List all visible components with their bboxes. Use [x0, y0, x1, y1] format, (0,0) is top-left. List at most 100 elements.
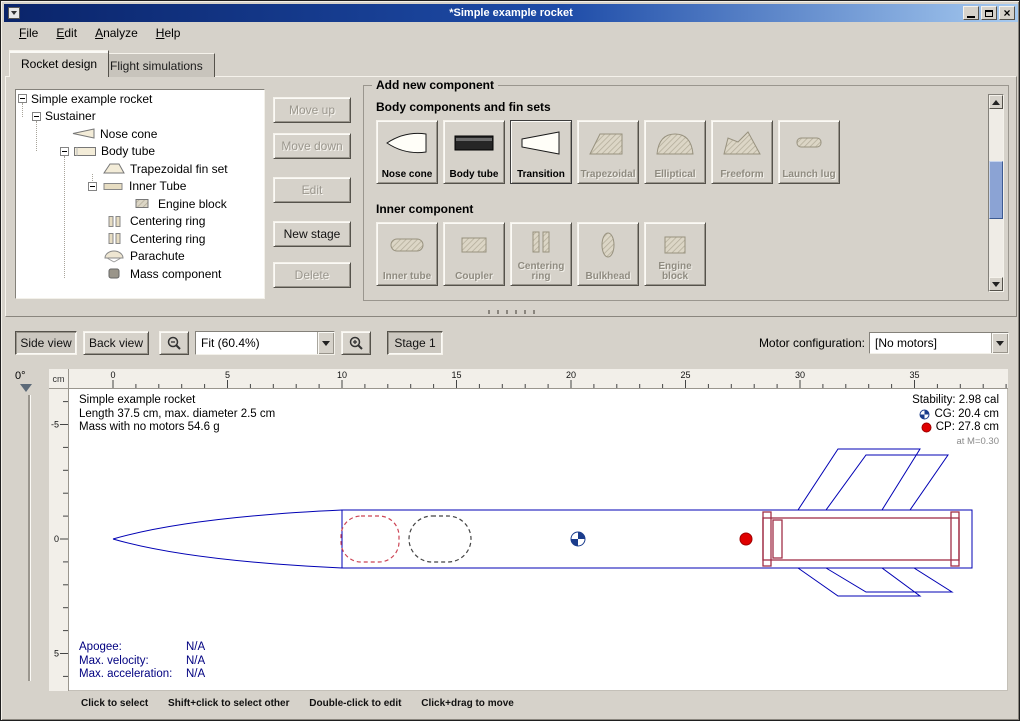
stability-info: Stability: 2.98 cal CG: 20.4 cm CP: 27.8…: [912, 394, 999, 448]
add-body-tube-button[interactable]: Body tube: [443, 120, 505, 184]
zoom-combobox[interactable]: Fit (60.4%): [195, 331, 335, 355]
rocket-view-canvas[interactable]: Simple example rocket Length 37.5 cm, ma…: [69, 389, 1008, 691]
trapezoidal-fin-icon: [102, 162, 126, 175]
add-elliptical-fin-button[interactable]: Elliptical: [644, 120, 706, 184]
collapse-toggle-icon[interactable]: [60, 147, 69, 156]
trapezoidal-fin-icon: [584, 126, 632, 160]
scrollbar-thumb[interactable]: [989, 161, 1003, 219]
stability-value: Stability: 2.98 cal: [912, 394, 999, 408]
cg-symbol-icon: [919, 409, 930, 420]
motor-combo-arrow[interactable]: [991, 333, 1008, 353]
add-coupler-button[interactable]: Coupler: [443, 222, 505, 286]
tab-rocket-design[interactable]: Rocket design: [9, 50, 109, 77]
tree-item-mass-component[interactable]: Mass component: [16, 265, 264, 283]
statusbar: Click to select Shift+click to select ot…: [81, 698, 531, 709]
apogee-label: Apogee:: [79, 641, 186, 655]
add-trapezoidal-fin-button[interactable]: Trapezoidal: [577, 120, 639, 184]
mach-condition: at M=0.30: [912, 435, 999, 449]
svg-text:0: 0: [110, 370, 115, 380]
side-view-button[interactable]: Side view: [15, 331, 77, 355]
rocket-info: Simple example rocket Length 37.5 cm, ma…: [79, 394, 275, 435]
component-panel-scrollbar[interactable]: [988, 94, 1004, 292]
stage-1-toggle[interactable]: Stage 1: [387, 331, 443, 355]
tree-item-inner-tube[interactable]: Inner Tube: [16, 178, 264, 196]
zoom-in-button[interactable]: [341, 331, 371, 355]
motor-configuration-label: Motor configuration:: [739, 336, 865, 350]
motor-mount-outline: [763, 512, 959, 566]
rotation-slider-track[interactable]: [28, 395, 30, 681]
tree-label: Centering ring: [130, 214, 205, 228]
inner-tube-icon: [101, 180, 125, 193]
body-section-label: Body components and fin sets: [376, 100, 551, 114]
tree-item-sustainer[interactable]: Sustainer: [16, 108, 264, 126]
svg-text:10: 10: [337, 370, 347, 380]
collapse-toggle-icon[interactable]: [32, 112, 41, 121]
zoom-combo-arrow[interactable]: [317, 332, 334, 354]
menu-edit[interactable]: Edit: [47, 23, 86, 43]
scroll-up-button[interactable]: [989, 95, 1003, 109]
add-launch-lug-button[interactable]: Launch lug: [778, 120, 840, 184]
menu-analyze[interactable]: Analyze: [86, 23, 147, 43]
mass-component-icon: [102, 267, 126, 280]
nose-cone-icon: [383, 126, 431, 160]
add-engine-block-button[interactable]: Engine block: [644, 222, 706, 286]
cp-symbol-icon: [921, 422, 932, 433]
cg-value: CG: 20.4 cm: [934, 408, 999, 422]
add-transition-button[interactable]: Transition: [510, 120, 572, 184]
tab-rocket-design-label: Rocket design: [21, 57, 97, 71]
rocket-name: Simple example rocket: [79, 394, 275, 408]
collapse-toggle-icon[interactable]: [18, 94, 27, 103]
scroll-down-button[interactable]: [989, 277, 1003, 291]
move-up-button[interactable]: Move up: [273, 97, 351, 123]
titlebar[interactable]: *Simple example rocket ×: [4, 4, 1018, 22]
move-down-button[interactable]: Move down: [273, 133, 351, 159]
edit-button[interactable]: Edit: [273, 177, 351, 203]
motor-configuration-combobox[interactable]: [No motors]: [869, 332, 1009, 354]
horizontal-ruler: 05101520253035: [69, 369, 1008, 389]
close-button[interactable]: ×: [999, 6, 1015, 20]
tree-label: Inner Tube: [129, 179, 186, 193]
svg-text:0: 0: [54, 534, 59, 544]
add-centering-ring-button[interactable]: Centering ring: [510, 222, 572, 286]
tree-label: Sustainer: [45, 109, 96, 123]
tree-item-parachute[interactable]: Parachute: [16, 248, 264, 266]
arrow-down-icon: [992, 282, 1000, 287]
menu-file[interactable]: File: [10, 23, 47, 43]
tree-label: Body tube: [101, 144, 155, 158]
maximize-button[interactable]: [981, 6, 997, 20]
delete-button[interactable]: Delete: [273, 262, 351, 288]
add-inner-tube-button[interactable]: Inner tube: [376, 222, 438, 286]
max-velocity-value: N/A: [186, 655, 205, 667]
tree-item-engine-block[interactable]: Engine block: [16, 195, 264, 213]
add-nose-cone-button[interactable]: Nose cone: [376, 120, 438, 184]
tab-flight-simulations[interactable]: Flight simulations: [98, 53, 215, 77]
launch-lug-icon: [785, 126, 833, 160]
component-tree[interactable]: Simple example rocket Sustainer Nose con…: [15, 89, 265, 299]
svg-text:15: 15: [451, 370, 461, 380]
add-freeform-fin-button[interactable]: Freeform: [711, 120, 773, 184]
centering-ring-icon: [517, 228, 565, 258]
new-stage-button[interactable]: New stage: [273, 221, 351, 247]
window-title: *Simple example rocket: [4, 7, 1018, 19]
rotation-slider-handle[interactable]: [20, 384, 32, 392]
menu-help[interactable]: Help: [147, 23, 190, 43]
add-bulkhead-button[interactable]: Bulkhead: [577, 222, 639, 286]
chevron-down-icon: [322, 341, 330, 346]
collapse-toggle-icon[interactable]: [88, 182, 97, 191]
zoom-out-button[interactable]: [159, 331, 189, 355]
zoom-in-icon: [348, 335, 364, 351]
minimize-button[interactable]: [963, 6, 979, 20]
flight-data: Apogee:N/A Max. velocity:N/A Max. accele…: [79, 641, 205, 682]
tree-item-fin-set[interactable]: Trapezoidal fin set: [16, 160, 264, 178]
split-pane-handle[interactable]: [488, 310, 536, 314]
engine-block-icon: [651, 228, 699, 262]
body-tube-icon: [73, 145, 97, 158]
tree-item-nose-cone[interactable]: Nose cone: [16, 125, 264, 143]
tree-item-body-tube[interactable]: Body tube: [16, 143, 264, 161]
back-view-button[interactable]: Back view: [83, 331, 149, 355]
tree-item-centering-ring-1[interactable]: Centering ring: [16, 213, 264, 231]
tree-item-rocket[interactable]: Simple example rocket: [16, 90, 264, 108]
tree-label: Trapezoidal fin set: [130, 162, 228, 176]
tree-item-centering-ring-2[interactable]: Centering ring: [16, 230, 264, 248]
rotation-angle-label: 0°: [15, 370, 26, 382]
